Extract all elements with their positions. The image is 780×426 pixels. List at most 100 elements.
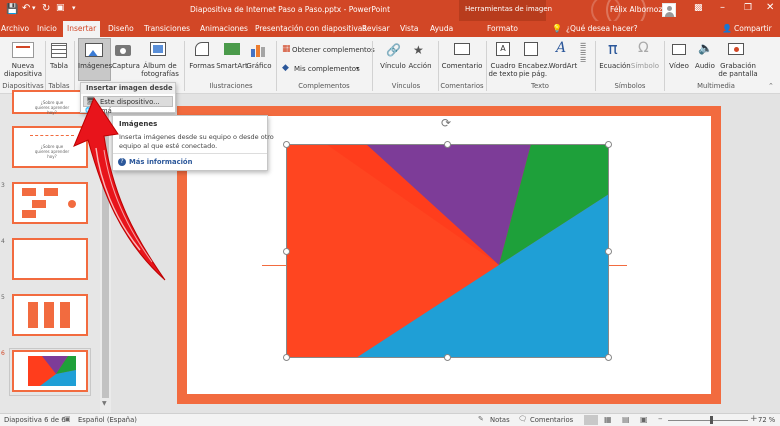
slide-thumbnail[interactable]: [12, 294, 88, 336]
images-button[interactable]: Imágenes: [78, 62, 112, 70]
avatar[interactable]: [662, 3, 676, 17]
smartart-button[interactable]: SmartArt: [216, 62, 248, 70]
tab-revisar[interactable]: Revisar: [362, 21, 390, 37]
notes-button[interactable]: Notas: [490, 416, 510, 424]
group-texto: Texto: [531, 82, 549, 90]
text-more-icons[interactable]: ☰ ☰ ☰: [580, 43, 586, 64]
header-footer-icon: [524, 42, 538, 56]
resize-handle[interactable]: [283, 141, 290, 148]
zoom-slider-thumb[interactable]: [709, 416, 713, 424]
comment-button[interactable]: Comentario: [440, 62, 484, 70]
textbox-button[interactable]: Cuadro de texto: [488, 62, 518, 78]
screenshot-button[interactable]: Captura: [112, 62, 140, 70]
language-status[interactable]: Español (España): [78, 416, 137, 424]
group-multimedia: Multimedia: [697, 82, 735, 90]
comments-icon: 🗨: [518, 415, 527, 423]
header-footer-button[interactable]: Encabez. pie pág.: [518, 62, 550, 78]
undo-dropdown-icon[interactable]: ▾: [32, 4, 36, 12]
tab-presentacion[interactable]: Presentación con diapositivas: [255, 21, 366, 37]
tab-inicio[interactable]: Inicio: [37, 21, 57, 37]
chart-button[interactable]: Gráfico: [246, 62, 272, 70]
action-icon: ★: [413, 43, 424, 57]
zoom-level[interactable]: 72 %: [758, 416, 775, 424]
comments-button[interactable]: Comentarios: [530, 416, 573, 424]
tab-insertar[interactable]: Insertar: [63, 21, 101, 37]
lightbulb-icon: 💡: [552, 24, 562, 33]
undo-icon[interactable]: ↶: [22, 3, 30, 14]
link-button[interactable]: Vínculo: [378, 62, 408, 70]
slide-counter: Diapositiva 6 de 6: [4, 416, 66, 424]
redo-icon[interactable]: ↻: [42, 3, 50, 14]
zoom-slider-track[interactable]: [668, 420, 748, 421]
selection-frame: [286, 144, 609, 358]
photo-album-button[interactable]: Álbum de fotografías: [138, 62, 182, 78]
spellcheck-icon[interactable]: ▣: [64, 415, 71, 423]
chart-icon: [250, 43, 266, 57]
guide-left: [262, 265, 286, 266]
video-icon: [672, 44, 686, 55]
tell-me-box[interactable]: ¿Qué desea hacer?: [566, 21, 638, 37]
tab-archivo[interactable]: Archivo: [1, 21, 29, 37]
table-button[interactable]: Tabla: [46, 62, 72, 70]
symbol-icon: Ω: [638, 40, 649, 56]
my-addins-dropdown-icon[interactable]: ▾: [356, 65, 359, 72]
reading-view-icon[interactable]: ▤: [622, 415, 630, 424]
video-button[interactable]: Vídeo: [666, 62, 692, 70]
user-name[interactable]: Félix Albornoz: [610, 5, 662, 14]
customize-qat-icon[interactable]: ▾: [72, 4, 76, 12]
resize-handle[interactable]: [283, 248, 290, 255]
resize-handle[interactable]: [605, 248, 612, 255]
resize-handle[interactable]: [605, 141, 612, 148]
zoom-out-icon[interactable]: –: [658, 414, 663, 424]
share-button[interactable]: Compartir: [734, 21, 772, 37]
resize-handle[interactable]: [605, 354, 612, 361]
wordart-button[interactable]: WordArt: [548, 62, 578, 70]
new-slide-button[interactable]: Nueva diapositiva: [0, 62, 46, 78]
tab-diseno[interactable]: Diseño: [108, 21, 134, 37]
resize-handle[interactable]: [283, 354, 290, 361]
smartart-icon: [224, 43, 240, 55]
shapes-button[interactable]: Formas: [188, 62, 216, 70]
ribbon-display-icon[interactable]: ▩: [694, 3, 703, 13]
slide-sorter-icon[interactable]: ▦: [604, 415, 612, 424]
slide-number: 3: [1, 182, 5, 189]
group-diapositivas: Diapositivas: [2, 82, 44, 90]
resize-handle[interactable]: [444, 141, 451, 148]
action-button[interactable]: Acción: [406, 62, 434, 70]
close-icon[interactable]: ✕: [766, 2, 774, 13]
save-icon[interactable]: 💾: [6, 4, 18, 15]
slide-number: 5: [1, 294, 5, 301]
audio-icon: 🔈: [698, 41, 713, 55]
present-icon[interactable]: ▣: [56, 3, 65, 13]
symbol-button[interactable]: Símbolo: [630, 62, 660, 70]
picture-icon: [85, 43, 103, 57]
rotate-handle-icon[interactable]: ⟳: [441, 116, 451, 130]
store-icon: ▦: [282, 44, 291, 54]
thumbnail-picture: [28, 356, 76, 386]
get-addins-button[interactable]: Obtener complementos: [292, 46, 375, 54]
screen-recording-button[interactable]: Grabación de pantalla: [716, 62, 760, 78]
collapse-ribbon-icon[interactable]: ⌃: [768, 82, 774, 90]
slide-thumbnail-active[interactable]: [12, 350, 88, 392]
comment-icon: [454, 43, 470, 55]
restore-icon[interactable]: ❐: [744, 3, 752, 13]
tab-vista[interactable]: Vista: [400, 21, 419, 37]
tab-transiciones[interactable]: Transiciones: [144, 21, 190, 37]
group-comentarios: Comentarios: [440, 82, 484, 90]
minimize-icon[interactable]: –: [720, 2, 725, 13]
audio-button[interactable]: Audio: [692, 62, 718, 70]
my-addins-icon: ◆: [282, 63, 289, 73]
slideshow-icon[interactable]: ▣: [640, 415, 648, 424]
tab-animaciones[interactable]: Animaciones: [200, 21, 248, 37]
zoom-in-icon[interactable]: +: [750, 414, 758, 424]
normal-view-icon[interactable]: [584, 415, 598, 425]
my-addins-button[interactable]: Mis complementos: [294, 65, 360, 73]
scroll-down-icon[interactable]: ▼: [102, 400, 107, 407]
share-icon: 👤: [722, 24, 732, 33]
picture-tools-label: Herramientas de imagen: [465, 5, 553, 13]
equation-button[interactable]: Ecuación: [598, 62, 632, 70]
tab-ayuda[interactable]: Ayuda: [430, 21, 453, 37]
resize-handle[interactable]: [444, 354, 451, 361]
camera-icon: [115, 45, 131, 56]
tab-formato[interactable]: Formato: [487, 21, 518, 37]
